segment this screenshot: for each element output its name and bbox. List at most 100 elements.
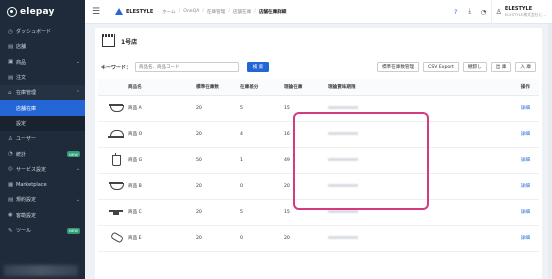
best-before-value xyxy=(328,225,488,251)
menu-toggle-icon[interactable]: ☰ xyxy=(85,7,107,17)
sidebar-item-label: ダッシュボード xyxy=(16,29,52,36)
chevron-icon: ⌄ xyxy=(75,196,80,203)
sidebar-item-10[interactable]: ▦ Marketplace xyxy=(0,177,85,192)
page-scrollbar[interactable] xyxy=(548,24,552,279)
product-image xyxy=(108,102,124,112)
sidebar-item-6[interactable]: 設定 xyxy=(0,115,85,132)
sidebar-item-2[interactable]: ▣ 商品 ⌄ xyxy=(0,55,85,70)
product-name: 商品 A xyxy=(128,106,142,111)
user-menu[interactable]: ♙ ELESTYLE ELESTYLE株式会社に... xyxy=(490,0,552,24)
breadcrumb-home[interactable]: ホーム xyxy=(162,9,176,15)
theoretical-stock-value: 15 xyxy=(284,209,290,215)
product-name: 商品 B xyxy=(128,184,142,189)
operation-cell: 詳細 xyxy=(488,225,539,251)
download-icon[interactable]: ⤓ xyxy=(463,7,477,16)
chevron-icon: ⌃ xyxy=(75,89,80,96)
new-badge: NEW xyxy=(67,151,80,158)
logo-text: elepay xyxy=(20,7,55,17)
csv-export-button[interactable]: CSV Export xyxy=(423,62,459,72)
sidebar-item-label: 統計 xyxy=(16,151,27,158)
detail-link[interactable]: 詳細 xyxy=(521,106,530,111)
sidebar-item-label: 店舗 xyxy=(16,44,27,51)
standard-stock-value: 20 xyxy=(196,235,202,241)
best-before-value xyxy=(328,147,488,173)
sidebar-item-5[interactable]: 店舗在庫 xyxy=(0,100,85,116)
product-name: 商品 C xyxy=(128,210,142,215)
breadcrumb-current: 店舗在庫詳細 xyxy=(258,9,287,15)
keyword-input[interactable] xyxy=(135,62,240,72)
blurred-date xyxy=(328,131,358,135)
help-icon[interactable]: ? xyxy=(449,8,463,16)
sidebar-item-1[interactable]: ▤ 店舗 xyxy=(0,39,85,54)
toolbar: キーワード： 検 索 標準在庫数管理 CSV Export 棚卸し 出 庫 入 … xyxy=(95,57,542,77)
standard-stock-button[interactable]: 標準在庫数管理 xyxy=(376,62,420,72)
detail-link[interactable]: 詳細 xyxy=(521,236,530,241)
detail-link[interactable]: 詳細 xyxy=(521,158,530,163)
col-image xyxy=(98,79,128,95)
stats-icon: ◔ xyxy=(8,151,13,158)
sidebar-item-13[interactable]: ✎ ツール NEW xyxy=(0,223,85,238)
top-header: ☰ ELESTYLE ホーム / OneQA / 在庫管理 / 店舗在庫 / 店… xyxy=(85,0,552,24)
search-button[interactable]: 検 索 xyxy=(247,62,270,72)
sidebar-item-label: 設定 xyxy=(16,120,27,127)
sidebar-item-12[interactable]: ◉ 客勘設定 xyxy=(0,208,85,223)
stock-diff-value: 5 xyxy=(240,105,243,111)
stock-out-button[interactable]: 出 庫 xyxy=(490,62,512,72)
user-company: ELESTYLE株式会社に... xyxy=(504,11,546,17)
operation-cell: 詳細 xyxy=(488,173,539,199)
dashboard-icon: ◷ xyxy=(8,28,13,35)
tools-icon: ✎ xyxy=(8,227,13,234)
product-image-cell xyxy=(98,121,128,147)
product-image xyxy=(108,153,124,166)
sidebar-item-7[interactable]: ♙ ユーザー xyxy=(0,131,85,146)
detail-link[interactable]: 詳細 xyxy=(521,132,530,137)
col-operation: 操作 xyxy=(520,84,530,90)
sidebar-item-8[interactable]: ◔ 統計 NEW xyxy=(0,146,85,161)
sidebar-item-11[interactable]: ▤ 規約設定 ⌄ xyxy=(0,192,85,207)
sidebar-item-3[interactable]: ▤ 注文 xyxy=(0,70,85,85)
breadcrumb-store-inventory[interactable]: 店舗在庫 xyxy=(233,9,251,15)
logo[interactable]: elepay xyxy=(0,0,85,24)
table-row: 商品 A 20 5 15 詳細 xyxy=(98,95,539,121)
theoretical-stock-value: 20 xyxy=(284,183,290,189)
breadcrumb-separator: / xyxy=(202,9,204,14)
sidebar-item-label: ユーザー xyxy=(16,136,36,143)
product-image-cell xyxy=(98,173,128,199)
sidebar-item-0[interactable]: ◷ ダッシュボード xyxy=(0,24,85,39)
sidebar-item-label: 商品 xyxy=(16,59,27,66)
col-theoretical-stock: 理論在庫 xyxy=(284,84,303,90)
product-image-cell xyxy=(98,147,128,173)
sidebar: elepay ◷ ダッシュボード ▤ 店舗 ▣ 商品 ⌄ ▤ 注文 ⌂ 在庫管理 ⌃ 店舗在庫 設定 ♙ ユー… xyxy=(0,0,85,279)
standard-stock-value: 20 xyxy=(196,131,202,137)
stocktake-button[interactable]: 棚卸し xyxy=(462,62,487,72)
notification-icon[interactable]: ◔ xyxy=(477,8,491,16)
standard-stock-value: 20 xyxy=(196,183,202,189)
stock-in-button[interactable]: 入 庫 xyxy=(515,62,536,72)
detail-link[interactable]: 詳細 xyxy=(521,184,530,189)
sidebar-item-9[interactable]: ◎ サービス設定 ⌄ xyxy=(0,162,85,177)
table-row: 商品 E 20 0 20 詳細 xyxy=(98,225,539,251)
user-avatar-icon: ♙ xyxy=(495,7,502,16)
store-inventory-card: 1号店 キーワード： 検 索 標準在庫数管理 CSV Export 棚卸し 出 … xyxy=(95,28,542,279)
stock-diff-value: 0 xyxy=(240,235,243,241)
sidebar-item-label: 店舗在庫 xyxy=(16,105,37,112)
product-icon: ▣ xyxy=(8,59,14,66)
breadcrumb: ホーム / OneQA / 在庫管理 / 店舗在庫 / 店舗在庫詳細 xyxy=(162,9,449,15)
inventory-icon: ⌂ xyxy=(8,89,12,96)
marketplace-icon: ▦ xyxy=(8,181,14,188)
best-before-value xyxy=(328,95,488,121)
standard-stock-value: 20 xyxy=(196,209,202,215)
breadcrumb-oneqa[interactable]: OneQA xyxy=(183,9,199,14)
service-settings-icon: ◎ xyxy=(8,166,13,173)
chevron-icon: ⌄ xyxy=(75,59,80,66)
product-name: 商品 O xyxy=(128,132,143,137)
chevron-icon: ⌄ xyxy=(75,166,80,173)
sidebar-item-4[interactable]: ⌂ 在庫管理 ⌃ xyxy=(0,85,85,101)
brand-logo-icon xyxy=(115,8,123,15)
blurred-date xyxy=(328,105,358,109)
detail-link[interactable]: 詳細 xyxy=(521,210,530,215)
stock-diff-value: 4 xyxy=(240,131,243,137)
breadcrumb-inventory[interactable]: 在庫管理 xyxy=(207,9,225,15)
col-standard-stock: 標準在庫数 xyxy=(196,84,219,90)
product-image xyxy=(108,232,124,242)
